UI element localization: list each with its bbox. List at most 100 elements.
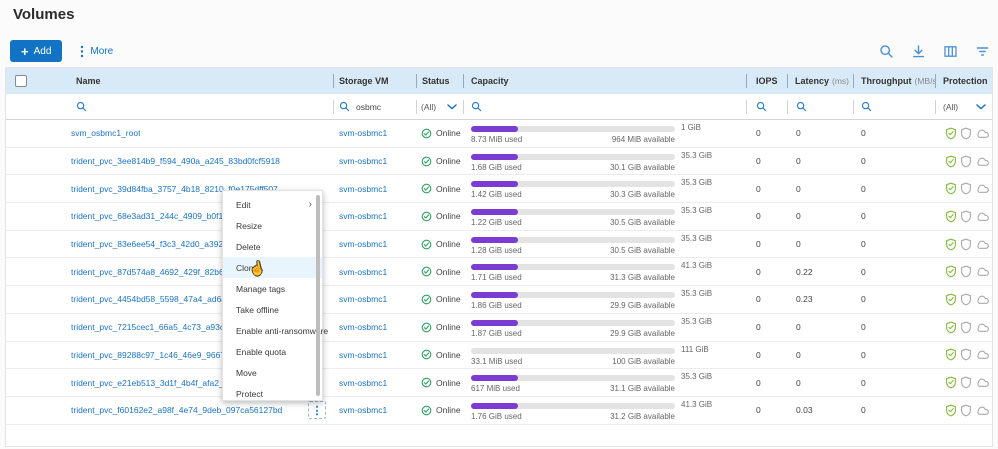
volume-name-link[interactable]: trident_pvc_87d574a8_4692_429f_82b6_a8 [61, 267, 238, 277]
storage-vm-link[interactable]: svm-osbmc1 [333, 128, 387, 138]
chevron-down-icon[interactable] [447, 104, 457, 110]
storage-vm-link[interactable]: svm-osbmc1 [333, 184, 387, 194]
column-header-latency[interactable]: Latency(ms) [787, 68, 853, 94]
search-icon[interactable] [879, 44, 894, 59]
volume-name-link[interactable]: trident_pvc_3ee814b9_f594_490a_a245_83bd… [61, 156, 280, 166]
volume-name-link[interactable]: trident_pvc_89288c97_1c46_46e9_9667_2c [61, 350, 239, 360]
capacity-available: 31.3 GiB available [610, 273, 675, 282]
column-header-name[interactable]: Name [61, 68, 333, 94]
status-label: Online [436, 128, 461, 138]
online-check-icon [421, 266, 432, 277]
capacity-bar-fill [471, 154, 518, 160]
shield-icon [960, 376, 972, 389]
column-header-throughput[interactable]: Throughput(MB/s) [853, 68, 935, 94]
storage-vm-filter-value[interactable]: osbmc [356, 102, 381, 112]
context-menu-item[interactable]: Resize [223, 215, 322, 236]
volume-name-link[interactable]: trident_pvc_7215cec1_66a5_4c73_a93c_28 [61, 322, 238, 332]
context-menu-item[interactable]: Protect [223, 383, 322, 404]
volume-name-link[interactable]: trident_pvc_68e3ad31_244c_4909_b0f1_50 [61, 211, 237, 221]
search-icon[interactable] [756, 101, 767, 112]
name-filter[interactable] [61, 94, 333, 119]
cloud-icon [975, 183, 990, 194]
storage-vm-link[interactable]: svm-osbmc1 [333, 156, 387, 166]
columns-icon[interactable] [943, 44, 958, 59]
throughput-value: 0 [853, 203, 935, 230]
select-all-checkbox[interactable] [15, 75, 27, 87]
online-check-icon [421, 377, 432, 388]
storage-vm-link[interactable]: svm-osbmc1 [333, 211, 387, 221]
status-filter[interactable]: (All) [416, 94, 463, 119]
shield-check-icon [945, 238, 957, 251]
column-header-iops[interactable]: IOPS [746, 68, 787, 94]
filter-icon[interactable] [975, 44, 990, 59]
context-menu-item[interactable]: Delete [223, 236, 322, 257]
storage-vm-link[interactable]: svm-osbmc1 [333, 267, 387, 277]
capacity-available: 30.1 GiB available [610, 163, 675, 172]
shield-icon [960, 404, 972, 417]
volume-name-link[interactable]: svm_osbmc1_root [61, 128, 140, 138]
storage-vm-link[interactable]: svm-osbmc1 [333, 239, 387, 249]
capacity-used: 1.76 GiB used [471, 412, 522, 421]
latency-value: 0.03 [787, 397, 853, 424]
storage-vm-link[interactable]: svm-osbmc1 [333, 322, 387, 332]
search-icon[interactable] [339, 101, 350, 112]
capacity-available: 30.5 GiB available [610, 218, 675, 227]
capacity-used: 1.87 GiB used [471, 329, 522, 338]
storage-vm-filter[interactable]: osbmc [333, 94, 416, 119]
chevron-down-icon[interactable] [976, 104, 986, 110]
capacity-bar-fill [471, 403, 518, 409]
context-menu-item[interactable]: Edit › [223, 194, 322, 215]
column-header-capacity[interactable]: Capacity [463, 68, 746, 94]
volume-name-link[interactable]: trident_pvc_4454bd58_5598_47a4_ad6a_4 [61, 294, 236, 304]
latency-filter[interactable] [787, 94, 853, 119]
status-label: Online [436, 322, 461, 332]
latency-value: 0 [787, 175, 853, 202]
shield-check-icon [945, 210, 957, 223]
context-menu-item[interactable]: Enable quota [223, 341, 322, 362]
capacity-bar [471, 375, 675, 381]
table-row: trident_pvc_87d574a8_4692_429f_82b6_a8 s… [6, 258, 992, 286]
storage-vm-link[interactable]: svm-osbmc1 [333, 378, 387, 388]
online-check-icon [421, 183, 432, 194]
vertical-dots-icon [80, 45, 84, 58]
status-label: Online [436, 378, 461, 388]
context-menu-item[interactable]: Take offline [223, 299, 322, 320]
protection-filter[interactable]: (All) [935, 94, 992, 119]
volume-name-link[interactable]: trident_pvc_e21eb513_3d1f_4b4f_afa2_0af [61, 378, 235, 388]
more-button-label: More [90, 46, 113, 57]
capacity-bar-fill [471, 292, 518, 298]
column-header-storage-vm[interactable]: Storage VM [333, 68, 416, 94]
search-icon[interactable] [796, 101, 807, 112]
more-button[interactable]: More [80, 45, 113, 58]
storage-vm-link[interactable]: svm-osbmc1 [333, 294, 387, 304]
volume-name-link[interactable]: trident_pvc_f60162e2_a98f_4e74_9deb_097c… [61, 405, 282, 415]
column-header-status[interactable]: Status [416, 68, 463, 94]
context-menu-item[interactable]: Manage tags [223, 278, 322, 299]
volume-name-link[interactable]: trident_pvc_83e6ee54_f3c3_42d0_a392_5b [61, 239, 237, 249]
status-label: Online [436, 405, 461, 415]
download-icon[interactable] [911, 44, 926, 59]
column-header-protection[interactable]: Protection [935, 68, 992, 94]
status-cell: Online [416, 175, 463, 202]
search-icon[interactable] [471, 101, 482, 112]
context-menu-item[interactable]: Move [223, 362, 322, 383]
capacity-filter[interactable] [463, 94, 746, 119]
protection-cell [935, 120, 992, 147]
capacity-cell: 35.3 GiB 1.87 GiB used 29.9 GiB availabl… [463, 314, 746, 341]
capacity-total: 35.3 GiB [681, 372, 712, 381]
menu-scrollbar[interactable] [316, 195, 320, 396]
shield-icon [960, 293, 972, 306]
storage-vm-link[interactable]: svm-osbmc1 [333, 350, 387, 360]
storage-vm-link[interactable]: svm-osbmc1 [333, 405, 387, 415]
capacity-bar-fill [471, 320, 518, 326]
protection-cell [935, 342, 992, 369]
context-menu-item[interactable]: Clone [223, 257, 322, 278]
iops-filter[interactable] [746, 94, 787, 119]
context-menu-item[interactable]: Enable anti-ransomware [223, 320, 322, 341]
add-button[interactable]: + Add [10, 40, 62, 62]
status-cell: Online [416, 342, 463, 369]
search-icon[interactable] [76, 101, 87, 112]
throughput-filter[interactable] [853, 94, 935, 119]
search-icon[interactable] [861, 101, 872, 112]
iops-value: 0 [746, 175, 787, 202]
